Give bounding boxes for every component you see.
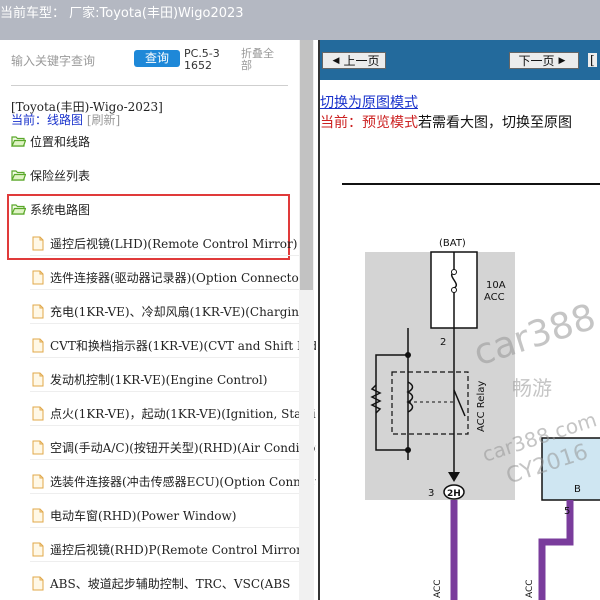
document-icon [32,576,44,590]
tree-item[interactable]: 选装件连接器(冲击传感器ECU)(Option Connector [32,468,316,494]
tree-item[interactable]: 电动车窗(RHD)(Power Window) [32,502,236,528]
bat-label: (BAT) [439,238,466,249]
tree-item-label: 遥控后视镜(LHD)(Remote Control Mirror) [50,236,298,251]
tree-folder-label: 位置和线路 [30,134,91,149]
relay-label: ACC Relay [476,381,487,432]
document-icon [32,270,44,284]
pc-code: PC.5-31652 [184,47,220,72]
tree-scrollbar[interactable] [299,40,314,600]
tree-folder-location[interactable]: 位置和线路 [11,128,90,154]
tree-item[interactable]: CVT和换档指示器(1KR-VE)(CVT and Shift Indicato… [32,332,316,358]
preview-mode-hint: 若需看大图，切换至原图 [418,115,572,131]
folder-open-icon [11,170,26,181]
document-icon [32,440,44,454]
tree-item-label: 空调(手动A/C)(按钮开关型)(RHD)(Air Conditioning [50,440,316,455]
toolbar-edge-button[interactable]: [ [588,53,597,67]
fuse-rating-label: 10A [486,280,506,291]
wiring-diagram: (BAT) 10A ACC 2 ACC Relay 3 2H 5 B ACC A… [342,183,600,600]
document-icon [32,406,44,420]
pin-5-label: 5 [564,506,570,517]
tree-item-label: 遥控后视镜(RHD)P(Remote Control MirrorP) [50,542,315,557]
wire-left-label: ACC [433,579,443,598]
wire-right-label: ACC [525,579,535,598]
arrow-right-icon: ▶ [558,55,566,66]
box-b-label: B [574,484,581,495]
refresh-link[interactable]: [刷新] [87,113,120,127]
prev-page-button[interactable]: ◀ 上一页 [322,52,386,69]
window-title: 当前车型： 厂家:Toyota(丰田)Wigo2023 [0,6,244,21]
viewer-panel: ◀ 上一页 下一页 ▶ [ 切换为原图模式 当前：预览模式若需看大图，切换至原图 [318,40,600,600]
tree-item-label: 选装件连接器(冲击传感器ECU)(Option Connector [50,474,316,489]
tree-item-label: 充电(1KR-VE)、冷却风扇(1KR-VE)(Charging [50,304,307,319]
window-titlebar: 当前车型： 厂家:Toyota(丰田)Wigo2023 [0,0,600,40]
tree-item[interactable]: 遥控后视镜(RHD)P(Remote Control MirrorP) [32,536,315,562]
tree-item-label: 发动机控制(1KR-VE)(Engine Control) [50,372,268,387]
document-icon [32,304,44,318]
fuse-terminal [451,269,457,275]
row-divider [30,425,300,426]
fuse-terminal [451,287,457,293]
document-icon [32,236,44,250]
watermark-text: 畅游 [512,376,552,400]
fuse-name-label: ACC [484,292,505,303]
tree-item[interactable]: 点火(1KR-VE)，起动(1KR-VE)(Ignition, Starting [32,400,316,426]
tree-panel: 输入关键字查询 查询 PC.5-31652 折叠全部 [Toyota(丰田)-W… [0,40,316,600]
connector-label: 2H [447,489,461,499]
document-icon [32,372,44,386]
row-divider [30,561,300,562]
row-divider [30,357,300,358]
preview-mode-line: 当前：预览模式若需看大图，切换至原图 [320,112,572,132]
switch-original-link[interactable]: 切换为原图模式 [320,92,418,112]
row-divider [30,255,300,256]
arrow-left-icon: ◀ [332,55,340,66]
folder-open-icon [11,136,26,147]
row-divider [30,323,300,324]
search-divider [11,85,288,86]
tree-folder-label: 保险丝列表 [30,168,91,183]
row-divider [30,459,300,460]
tree-item[interactable]: 空调(手动A/C)(按钮开关型)(RHD)(Air Conditioning [32,434,316,460]
pin-3-label: 3 [428,488,434,499]
row-divider [30,289,300,290]
document-icon [32,508,44,522]
row-divider [30,527,300,528]
tree-item[interactable]: 发动机控制(1KR-VE)(Engine Control) [32,366,267,392]
tree-item-label: ABS、坡道起步辅助控制、TRC、VSC(ABS [50,576,291,591]
tree-item[interactable]: 充电(1KR-VE)、冷却风扇(1KR-VE)(Charging [32,298,307,324]
current-label: 当前：线路图 [11,113,84,127]
document-icon [32,542,44,556]
search-input[interactable]: 输入关键字查询 [11,52,95,69]
tree-folder-fuse[interactable]: 保险丝列表 [11,162,90,188]
current-breadcrumb: 当前：线路图 [刷新] [11,111,120,128]
tree-item-label: CVT和换档指示器(1KR-VE)(CVT and Shift Indicato… [50,338,316,353]
collapse-all-link[interactable]: 折叠全部 [241,48,281,72]
tree-item-label: 选件连接器(驱动器记录器)(Option Connector [50,270,305,285]
next-page-button[interactable]: 下一页 ▶ [509,52,579,69]
document-icon [32,338,44,352]
row-divider [30,493,300,494]
pin-2-label: 2 [440,337,446,348]
scrollbar-thumb[interactable] [300,40,313,290]
document-icon [32,474,44,488]
tree-item[interactable]: 遥控后视镜(LHD)(Remote Control Mirror) [32,230,297,256]
preview-mode-label: 当前：预览模式 [320,115,418,131]
tree-item[interactable]: 选件连接器(驱动器记录器)(Option Connector [32,264,304,290]
tree-item[interactable]: ABS、坡道起步辅助控制、TRC、VSC(ABS [32,570,290,596]
search-button[interactable]: 查询 [134,50,180,67]
tree-item-label: 电动车窗(RHD)(Power Window) [50,508,237,523]
prev-page-label: 上一页 [343,54,380,68]
next-page-label: 下一页 [518,54,555,68]
tree-item-label: 点火(1KR-VE)，起动(1KR-VE)(Ignition, Starting [50,406,316,421]
viewer-toolbar: ◀ 上一页 下一页 ▶ [ [320,40,600,80]
row-divider [30,391,300,392]
